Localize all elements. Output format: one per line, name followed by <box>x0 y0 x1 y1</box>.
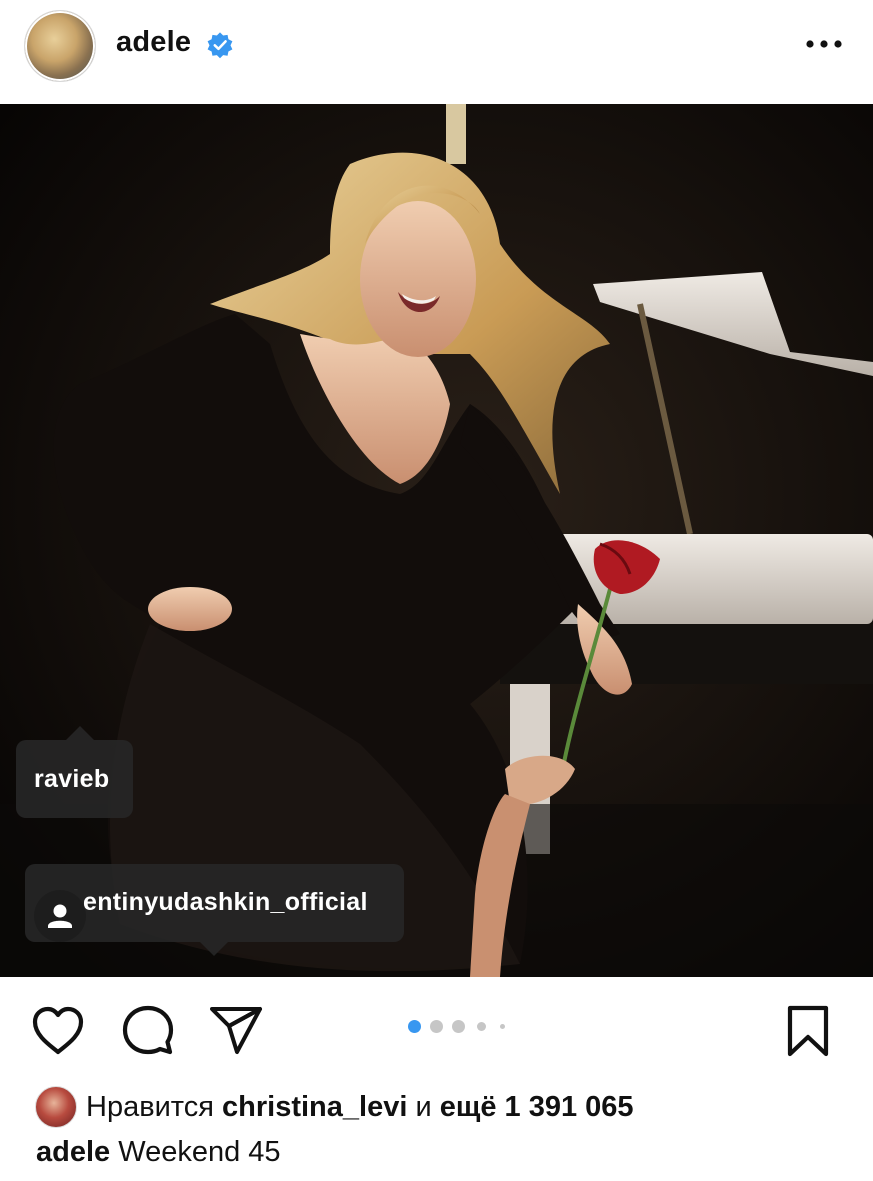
person-icon <box>48 904 72 928</box>
profile-avatar[interactable] <box>24 10 96 82</box>
carousel-dot <box>430 1020 443 1033</box>
carousel-dot <box>500 1024 505 1029</box>
tag-pointer <box>200 942 228 956</box>
tag-pointer <box>66 726 94 740</box>
post-caption: adele Weekend 45 <box>36 1136 281 1169</box>
liker-username[interactable]: christina_levi <box>222 1091 407 1123</box>
caption-username[interactable]: adele <box>36 1136 110 1168</box>
post-username[interactable]: adele <box>116 26 191 59</box>
carousel-dot <box>477 1022 486 1031</box>
liker-avatar[interactable] <box>35 1086 77 1128</box>
post-photo[interactable] <box>0 104 873 977</box>
likes-prefix: Нравится <box>86 1091 214 1123</box>
carousel-dot-active <box>408 1020 421 1033</box>
paper-plane-icon[interactable] <box>209 1006 263 1056</box>
likes-summary[interactable]: Нравится christina_levi и ещё 1 391 065 <box>86 1091 634 1124</box>
bookmark-icon[interactable] <box>785 1004 831 1058</box>
caption-text: Weekend 45 <box>118 1136 281 1168</box>
carousel-dot <box>452 1020 465 1033</box>
carousel-indicator <box>405 1018 515 1034</box>
post-image <box>0 104 873 977</box>
photo-tag-label: entinyudashkin_official <box>83 888 368 916</box>
more-horizontal-icon[interactable] <box>803 35 845 53</box>
verified-badge-icon <box>207 32 233 59</box>
post-header: adele <box>0 0 873 104</box>
photo-tag-label: ravieb <box>34 765 110 793</box>
likes-conjunction: и <box>415 1091 432 1123</box>
heart-icon[interactable] <box>31 1006 85 1056</box>
photo-tag-ravieb[interactable]: ravieb <box>16 726 133 818</box>
comment-icon[interactable] <box>122 1004 174 1056</box>
likes-count[interactable]: ещё 1 391 065 <box>440 1091 634 1123</box>
tagged-users-button[interactable] <box>34 890 86 942</box>
